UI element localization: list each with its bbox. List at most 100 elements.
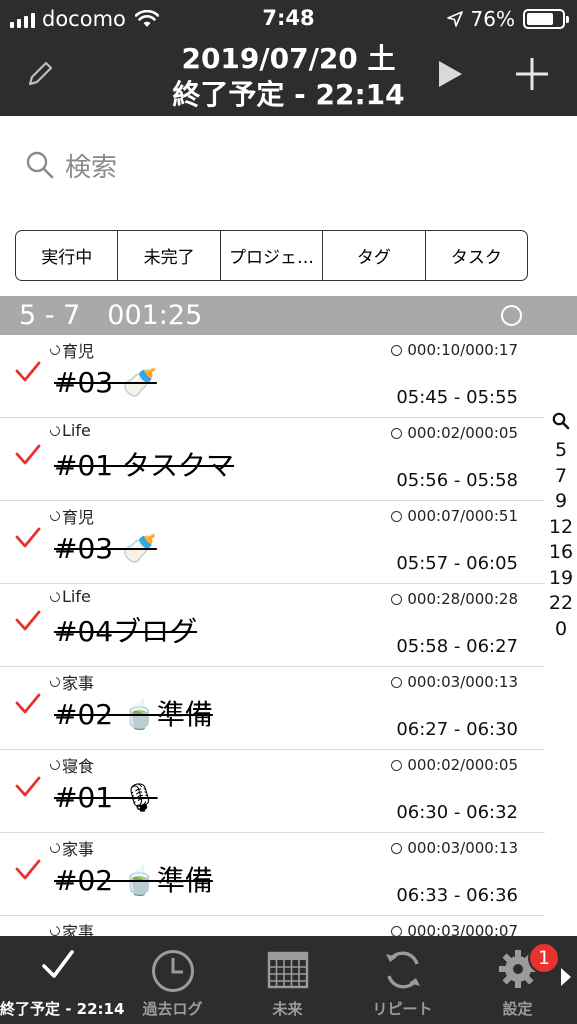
search-placeholder: 検索 — [65, 152, 118, 183]
task-tag-label: 家事 — [62, 840, 95, 859]
check-mark-icon[interactable] — [14, 774, 42, 802]
tab-past-log[interactable]: 過去ログ — [115, 936, 230, 1024]
task-title: #02 🍵準備 — [54, 864, 213, 897]
tag-ring-icon — [48, 841, 62, 855]
battery-icon — [523, 9, 569, 29]
task-row[interactable]: Life 000:28/000:28 #04ブログ 05:58 - 06:27 — [0, 584, 545, 667]
check-mark-icon[interactable] — [14, 525, 42, 553]
tab-label: 設定 — [502, 1000, 533, 1018]
task-time-range: 06:30 - 06:32 — [396, 802, 518, 823]
task-title: #01 タスクマ — [54, 449, 234, 482]
check-mark-icon[interactable] — [14, 359, 42, 387]
tab-label: 過去ログ — [142, 1000, 203, 1018]
status-bar: docomo 7:48 76% — [0, 0, 577, 38]
task-duration: 000:28/000:28 — [391, 590, 518, 608]
task-duration-label: 000:03/000:13 — [407, 839, 518, 857]
play-icon — [439, 61, 462, 87]
task-tag-label: 育児 — [62, 508, 95, 527]
duration-circle-icon — [391, 593, 403, 605]
section-index[interactable]: 5 7 9 12 16 19 22 0 — [545, 412, 577, 642]
header-subtitle: 終了予定 - 22:14 — [172, 78, 405, 111]
index-item[interactable]: 7 — [545, 464, 577, 490]
task-time-range: 05:45 - 05:55 — [396, 387, 518, 408]
filter-tag[interactable]: タグ — [323, 231, 426, 280]
index-item[interactable]: 19 — [545, 566, 577, 592]
location-arrow-icon — [446, 11, 463, 27]
task-row[interactable]: 家事 000:03/000:13 #02 🍵準備 06:27 - 06:30 — [0, 667, 545, 750]
task-tag: 家事 — [48, 670, 95, 694]
tag-ring-icon — [48, 589, 62, 604]
index-item[interactable]: 0 — [545, 617, 577, 643]
task-tag-label: 家事 — [62, 674, 95, 693]
index-item[interactable]: 5 — [545, 438, 577, 464]
duration-circle-icon — [391, 759, 403, 771]
tab-finish-estimate[interactable]: 終了予定 - 22:14 — [0, 936, 124, 1024]
task-duration-label: 000:07/000:51 — [407, 507, 518, 525]
task-duration-label: 000:28/000:28 — [407, 590, 518, 608]
task-duration: 000:02/000:05 — [391, 756, 518, 774]
check-mark-icon[interactable] — [14, 608, 42, 636]
task-duration-label: 000:02/000:05 — [407, 756, 518, 774]
task-row[interactable]: 寝食 000:02/000:05 #01 🎙 06:30 - 06:32 — [0, 750, 545, 833]
settings-badge: 1 — [528, 942, 560, 974]
more-tabs-arrow-icon[interactable] — [561, 968, 571, 986]
section-label: 5 - 7 001:25 — [19, 300, 203, 331]
task-row[interactable]: 育児 000:07/000:51 #03 🍼 05:57 - 06:05 — [0, 501, 545, 584]
duration-circle-icon — [391, 842, 403, 854]
task-duration-label: 000:02/000:05 — [407, 424, 518, 442]
index-item[interactable]: 16 — [545, 540, 577, 566]
duration-circle-icon — [391, 676, 403, 688]
search-field[interactable]: 検索 — [25, 145, 117, 185]
tab-future[interactable]: 未来 — [230, 936, 345, 1024]
task-duration: 000:07/000:51 — [391, 507, 518, 525]
task-tag: 育児 — [48, 504, 95, 528]
check-icon — [41, 950, 74, 978]
tab-repeat[interactable]: リピート — [345, 936, 460, 1024]
task-row[interactable]: 家事 000:03/000:13 #02 🍵準備 06:33 - 06:36 — [0, 833, 545, 916]
filter-task[interactable]: タスク — [426, 231, 527, 280]
play-button[interactable] — [428, 52, 472, 96]
task-duration-label: 000:10/000:17 — [407, 341, 518, 359]
task-tag: Life — [48, 421, 91, 440]
section-header[interactable]: 5 - 7 001:25 — [0, 296, 577, 335]
header-bar: 2019/07/20 土 終了予定 - 22:14 — [0, 38, 577, 116]
duration-circle-icon — [391, 925, 403, 937]
check-mark-icon[interactable] — [14, 442, 42, 470]
task-duration: 000:02/000:05 — [391, 424, 518, 442]
task-row[interactable]: Life 000:02/000:05 #01 タスクマ 05:56 - 05:58 — [0, 418, 545, 501]
section-circle-icon[interactable] — [501, 305, 522, 326]
filter-incomplete[interactable]: 未完了 — [118, 231, 221, 280]
task-tag: 寝食 — [48, 753, 94, 777]
repeat-icon — [385, 951, 420, 989]
task-duration-label: 000:03/000:13 — [407, 673, 518, 691]
tag-ring-icon — [48, 423, 62, 438]
task-duration: 000:03/000:13 — [391, 839, 518, 857]
tag-ring-icon — [48, 343, 62, 357]
filter-segmented-control: 実行中 未完了 プロジェ… タグ タスク — [15, 230, 528, 281]
task-row[interactable]: 育児 000:10/000:17 #03 🍼 05:45 - 05:55 — [0, 335, 545, 418]
check-mark-icon[interactable] — [14, 691, 42, 719]
tab-label: リピート — [372, 1000, 433, 1018]
index-item[interactable]: 12 — [545, 515, 577, 541]
battery-percent: 76% — [470, 7, 515, 31]
task-tag: Life — [48, 587, 91, 606]
task-title: #03 🍼 — [54, 366, 157, 399]
index-item[interactable]: 22 — [545, 591, 577, 617]
index-item[interactable]: 9 — [545, 489, 577, 515]
task-time-range: 05:57 - 06:05 — [396, 553, 518, 574]
task-duration: 000:10/000:17 — [391, 341, 518, 359]
task-tag-label: Life — [62, 421, 91, 440]
task-time-range: 06:33 - 06:36 — [396, 885, 518, 906]
header-title: 2019/07/20 土 — [181, 42, 396, 75]
filter-running[interactable]: 実行中 — [16, 231, 119, 280]
tag-ring-icon — [48, 675, 62, 689]
index-search-icon[interactable] — [552, 412, 570, 430]
filter-project[interactable]: プロジェ… — [221, 231, 324, 280]
task-tag-label: 育児 — [62, 342, 95, 361]
add-button[interactable] — [510, 52, 554, 96]
task-duration: 000:03/000:13 — [391, 673, 518, 691]
task-time-range: 05:56 - 05:58 — [396, 470, 518, 491]
task-title: #02 🍵準備 — [54, 698, 213, 731]
duration-circle-icon — [391, 510, 403, 522]
check-mark-icon[interactable] — [14, 857, 42, 885]
